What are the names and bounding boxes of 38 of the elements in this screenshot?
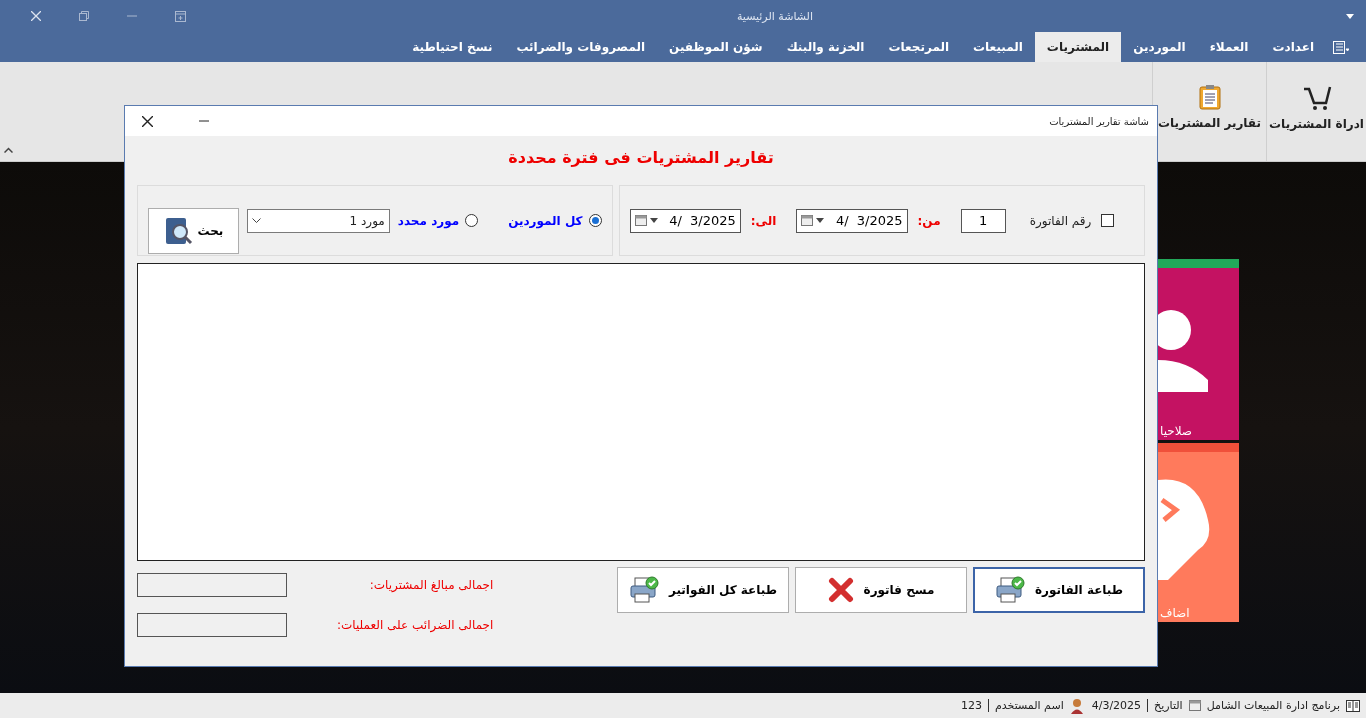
user-label: اسم المستخدم [995,699,1064,712]
from-label: من: [917,213,941,228]
menu-tab[interactable]: الموردين [1121,32,1198,62]
supplier-radio[interactable]: كل الموردين [508,213,602,228]
menu-tab[interactable]: شؤن الموظفين [657,32,775,62]
report-heading: تقارير المشتريات فى فترة محددة [507,148,775,167]
from-date-picker[interactable]: 4/ 3/2025 [796,208,908,233]
action-button[interactable]: مسح فاتورة [795,567,967,613]
menu-tab[interactable]: المرتجعات [876,32,962,62]
menu-tab[interactable]: المشتريات [1034,32,1122,62]
combo-value: مورد 1 [349,213,385,228]
menu-tab[interactable]: اعدادت [1260,32,1326,62]
menu-tab[interactable]: المصروفات والضرائب [504,32,658,62]
menu-tab[interactable]: نسخ احتياطية [400,32,505,62]
tile-label: صلاحيا [1159,424,1194,440]
invoice-number-field[interactable]: 1 [960,208,1006,233]
to-date-picker[interactable]: 4/ 3/2025 [629,208,741,233]
action-button[interactable]: طباعة الفاتورة [973,567,1145,613]
app-name: برنامج ادارة المبيعات الشامل [1206,699,1340,712]
menu-tab[interactable]: الخزنة والبنك [774,32,877,62]
window-title: الشاشة الرئيسية [735,9,815,23]
menu-tab[interactable]: العملاء [1197,32,1261,62]
dialog-title: شاشة تقارير المشتريات [1049,115,1149,127]
tile-label: اضاف [1159,606,1191,622]
search-button[interactable]: بحث [148,207,239,254]
date-label: التاريخ [1154,699,1183,712]
user-value: 123 [961,699,982,712]
supplier-combo[interactable]: مورد 1 [246,208,390,233]
ribbon-button[interactable]: ادراة المشتريات [1266,62,1366,161]
menu-tab[interactable]: المبيعات [961,32,1035,62]
action-button[interactable]: طباعة كل الفواتير [617,567,789,613]
supplier-radio[interactable]: مورد محدد [397,213,479,228]
total-label: اجمالى الضرائب على العمليات: [337,618,494,632]
date-value: 4/3/2025 [1091,699,1142,712]
to-label: الى: [750,213,777,228]
total-label: اجمالى مبالغ المشتريات: [369,578,494,592]
invoice-label: رقم الفاتورة [1029,213,1092,228]
dashboard-tile[interactable]: صلاحيا [1158,259,1239,440]
